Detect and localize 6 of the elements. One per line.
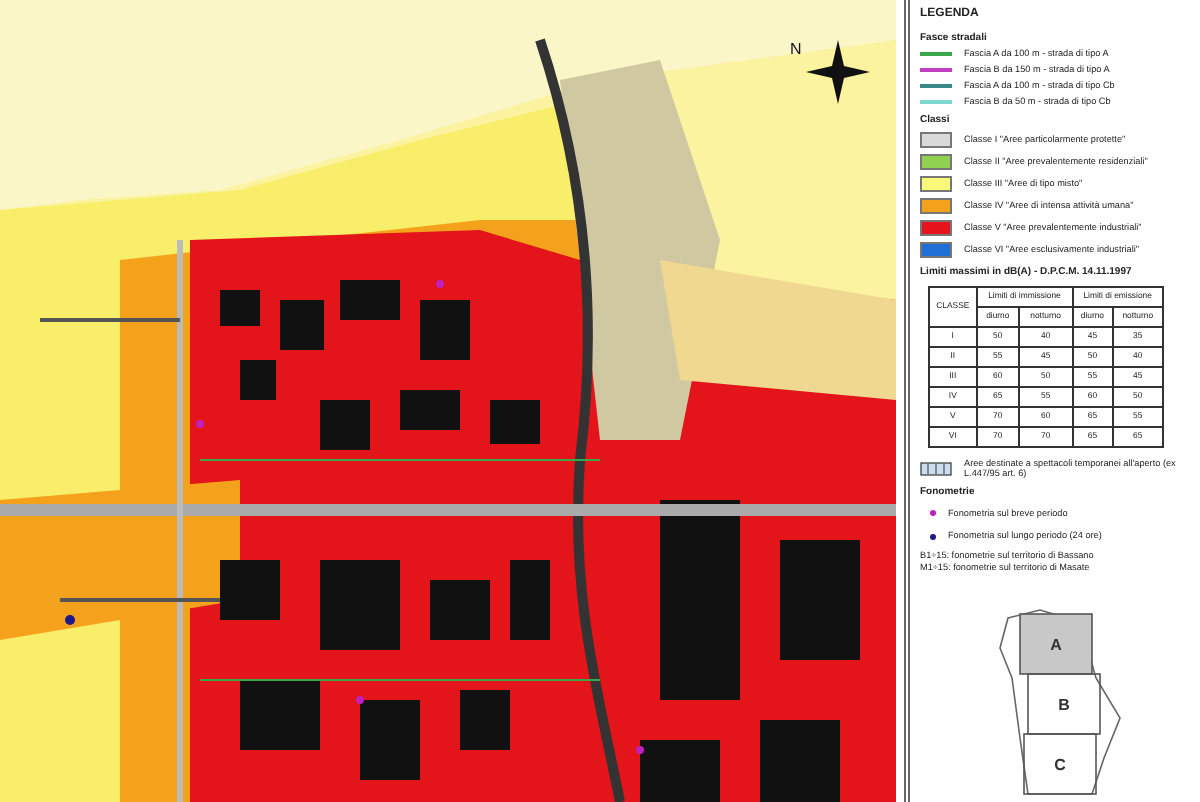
hatched-swatch bbox=[920, 461, 952, 476]
sheet-label: A bbox=[1050, 636, 1062, 654]
sheet-label: B bbox=[1058, 696, 1070, 714]
north-label: N bbox=[790, 40, 802, 58]
sheet-label: C bbox=[1054, 756, 1066, 774]
compass-icon bbox=[805, 40, 870, 104]
